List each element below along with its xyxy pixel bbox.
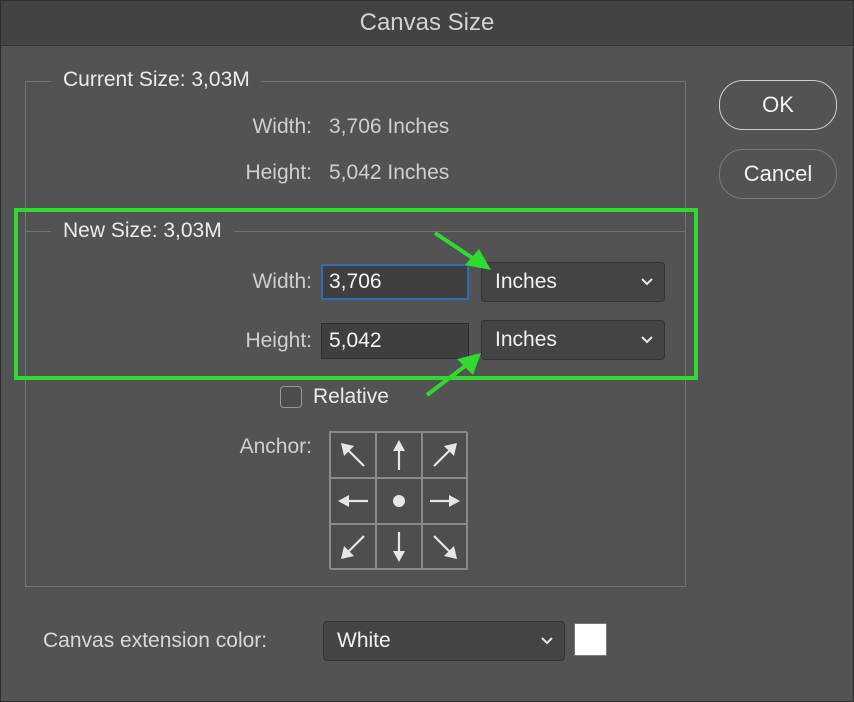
arrow-left-icon <box>338 495 368 507</box>
current-size-legend: Current Size: 3,03M <box>51 67 262 93</box>
extension-color-swatch[interactable] <box>574 623 607 656</box>
relative-checkbox[interactable] <box>280 386 302 408</box>
anchor-label: Anchor: <box>239 435 312 458</box>
extension-color-value: White <box>337 629 391 652</box>
anchor-grid <box>329 431 468 570</box>
anchor-bottom-left[interactable] <box>330 524 376 570</box>
arrow-right-icon <box>430 495 460 507</box>
arrow-down-right-icon <box>433 535 457 559</box>
annotation-arrow-icon <box>433 231 491 270</box>
arrow-up-left-icon <box>341 443 365 467</box>
arrow-down-icon <box>393 532 405 562</box>
cancel-button[interactable]: Cancel <box>719 149 837 199</box>
canvas-size-dialog: Canvas Size Current Size: 3,03M Width: 3… <box>0 0 854 702</box>
current-height-value: 5,042 Inches <box>329 161 450 184</box>
anchor-top-left[interactable] <box>330 432 376 478</box>
current-height-label: Height: <box>245 161 312 184</box>
extension-color-label: Canvas extension color: <box>43 629 268 652</box>
annotation-arrow-icon <box>425 353 481 397</box>
anchor-top-right[interactable] <box>422 432 468 478</box>
anchor-top[interactable] <box>376 432 422 478</box>
dialog-title: Canvas Size <box>1 1 853 46</box>
ok-button[interactable]: OK <box>719 80 837 130</box>
center-dot-icon <box>393 495 405 507</box>
current-width-value: 3,706 Inches <box>329 115 450 138</box>
annotation-highlight-box <box>14 208 698 380</box>
relative-label[interactable]: Relative <box>313 384 389 410</box>
arrow-up-icon <box>393 440 405 470</box>
anchor-center[interactable] <box>376 478 422 524</box>
anchor-right[interactable] <box>422 478 468 524</box>
chevron-down-icon <box>540 622 554 660</box>
anchor-left[interactable] <box>330 478 376 524</box>
arrow-up-right-icon <box>433 443 457 467</box>
arrow-down-left-icon <box>341 535 365 559</box>
anchor-bottom-right[interactable] <box>422 524 468 570</box>
extension-color-select[interactable]: White <box>323 621 565 661</box>
current-width-label: Width: <box>252 115 312 138</box>
anchor-bottom[interactable] <box>376 524 422 570</box>
